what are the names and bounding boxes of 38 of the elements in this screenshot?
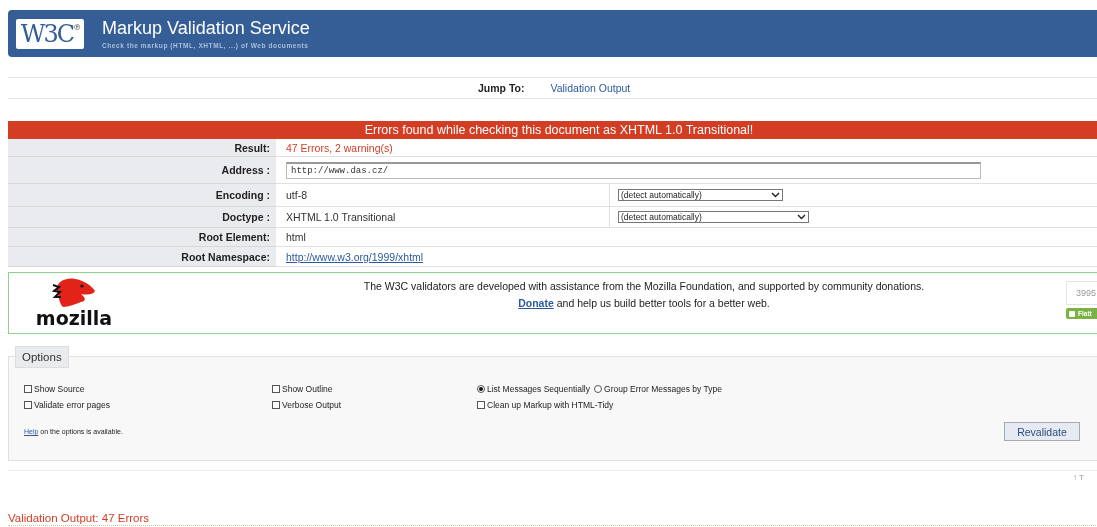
w3c-logo[interactable]: W3C® bbox=[16, 18, 84, 49]
revalidate-button[interactable]: Revalidate bbox=[1004, 422, 1080, 441]
option-radio[interactable]: List Messages Sequentially bbox=[477, 384, 590, 394]
chevron-down-icon bbox=[797, 214, 806, 220]
option-checkbox[interactable]: Verbose Output bbox=[272, 400, 477, 410]
error-banner: Errors found while checking this document as XHTML 1.0 Transitional! bbox=[8, 121, 1097, 139]
detect-dropdown[interactable]: (detect automatically) bbox=[618, 211, 809, 223]
namespace-link[interactable]: http://www.w3.org/1999/xhtml bbox=[286, 250, 424, 263]
option-checkbox[interactable]: Show Outline bbox=[272, 384, 477, 394]
sponsor-text: The W3C validators are developed with assistance from the Mozilla Foundation, and supported by community donations. bbox=[363, 280, 925, 292]
options-legend: Options bbox=[15, 346, 69, 368]
option-checkbox[interactable]: Validate error pages bbox=[24, 400, 272, 410]
row-label: Root Namespace: bbox=[8, 247, 276, 267]
result-value: 47 Errors, 2 warning(s) bbox=[286, 141, 394, 154]
field-value: html bbox=[286, 231, 307, 243]
option-radio[interactable]: Group Error Messages by Type bbox=[594, 384, 722, 394]
dinosaur-head-icon bbox=[51, 277, 97, 309]
row-label: Root Element: bbox=[8, 228, 276, 247]
mozilla-wordmark: mozilla bbox=[35, 309, 113, 328]
donate-sentence: Donate and help us build better tools for a better web. bbox=[518, 297, 770, 309]
field-value: XHTML 1.0 Transitional bbox=[286, 211, 397, 223]
row-label: Encoding : bbox=[8, 184, 276, 207]
address-field[interactable]: http://www.das.cz/ bbox=[286, 161, 981, 179]
row-label: Doctype : bbox=[8, 207, 276, 228]
row-label: Result: bbox=[8, 139, 276, 157]
detect-dropdown[interactable]: (detect automatically) bbox=[618, 189, 783, 201]
output-heading: Validation Output: 47 Errors bbox=[8, 512, 1097, 526]
row-label: Address : bbox=[8, 157, 276, 184]
field-value: utf-8 bbox=[286, 189, 308, 201]
option-checkbox[interactable]: Show Source bbox=[24, 384, 272, 394]
chevron-down-icon bbox=[771, 192, 780, 198]
page-title: Markup Validation Service bbox=[102, 18, 310, 39]
option-checkbox[interactable]: Clean up Markup with HTML-Tidy bbox=[477, 400, 777, 410]
donation-count: 3995 bbox=[1066, 281, 1097, 305]
flattr-icon bbox=[1069, 310, 1075, 317]
donate-link[interactable]: Donate bbox=[518, 297, 554, 309]
jump-label: Jump To: bbox=[478, 82, 525, 94]
jump-link[interactable]: Validation Output bbox=[550, 82, 631, 94]
